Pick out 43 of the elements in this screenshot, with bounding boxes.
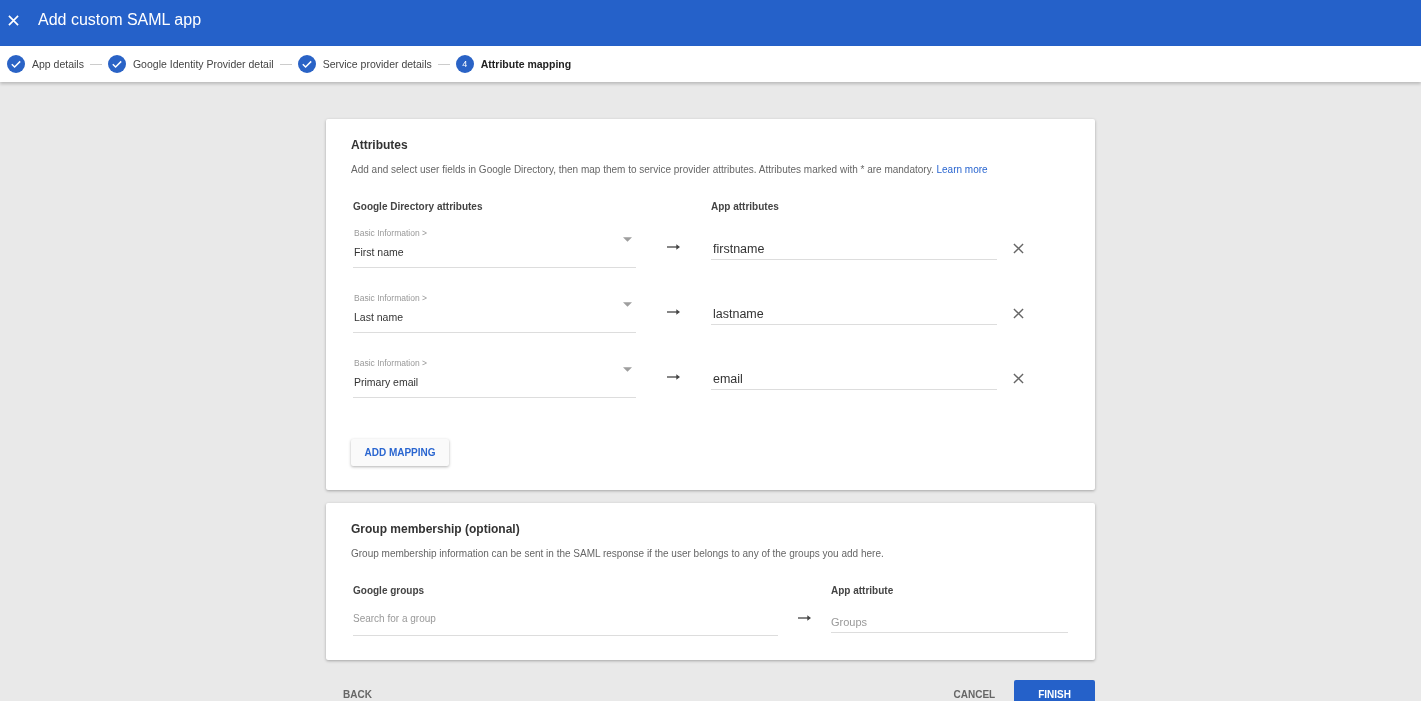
card-description: Add and select user fields in Google Directory, then map them to service provider attributes. Attributes marked with * are mandatory. Learn more <box>351 163 989 177</box>
app-attribute-field[interactable]: Groups <box>831 612 1068 633</box>
attribute-dropdown[interactable]: Basic Information > First name <box>353 225 636 268</box>
caret-icon <box>623 367 632 372</box>
column-header: App attribute <box>831 584 895 598</box>
column-header: Google groups <box>353 584 426 598</box>
category-label: Basic Information > <box>354 357 428 369</box>
add-mapping-button[interactable]: ADD MAPPING <box>351 439 449 466</box>
dropdown-value: First name <box>354 245 405 260</box>
close-icon[interactable] <box>1013 308 1024 319</box>
back-button[interactable]: BACK <box>326 680 389 701</box>
step-tab[interactable]: Google Identity Provider detail <box>107 55 274 73</box>
group-search-field[interactable]: Search for a group <box>353 607 778 636</box>
attribute-dropdown[interactable]: Basic Information > Last name <box>353 290 636 333</box>
column-header: Google Directory attributes <box>353 200 484 214</box>
app-attribute-field[interactable]: firstname <box>711 239 997 260</box>
dropdown-value: Primary email <box>354 375 420 390</box>
arrow-icon <box>667 243 680 251</box>
card-description: Group membership information can be sent in the SAML response if the user belongs to any of the groups you add here. <box>351 547 885 561</box>
dialog-title: Add custom SAML app <box>38 10 202 30</box>
close-icon[interactable] <box>1013 373 1024 384</box>
category-label: Basic Information > <box>354 292 428 304</box>
step-tab[interactable]: Service provider details <box>297 55 432 73</box>
card-title: Attributes <box>351 137 409 153</box>
caret-icon <box>623 237 632 242</box>
category-label: Basic Information > <box>354 227 428 239</box>
cancel-button[interactable]: CANCEL <box>945 680 1004 701</box>
step-tab[interactable]: App details <box>7 55 84 73</box>
arrow-icon <box>667 373 680 381</box>
learn-more-link[interactable]: Learn more <box>936 164 988 175</box>
close-icon[interactable] <box>1013 243 1024 254</box>
column-header: App attributes <box>711 200 780 214</box>
caret-icon <box>623 302 632 307</box>
card-title: Group membership (optional) <box>351 521 521 537</box>
app-attribute-field[interactable]: lastname <box>711 304 997 325</box>
step-number: 4 <box>455 55 474 73</box>
arrow-icon <box>798 614 811 622</box>
arrow-icon <box>667 308 680 316</box>
app-attribute-field[interactable]: email <box>711 369 997 390</box>
step-tab[interactable]: 4 Attribute mapping <box>455 55 572 73</box>
finish-button[interactable]: FINISH <box>1014 680 1095 701</box>
dropdown-value: Last name <box>354 310 405 325</box>
attribute-dropdown[interactable]: Basic Information > Primary email <box>353 355 636 398</box>
